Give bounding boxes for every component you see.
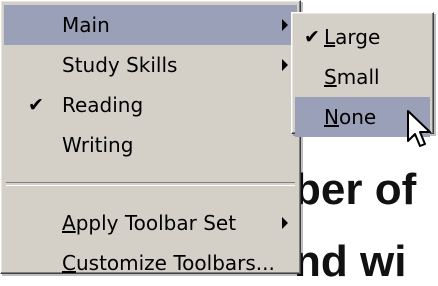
submenu-arrow-icon	[282, 19, 288, 31]
menu-item-customize-toolbars[interactable]: Customize Toolbars...	[4, 243, 297, 283]
document-text-line-2: ber of	[294, 165, 417, 214]
submenu-arrow-icon	[282, 59, 288, 71]
submenu-item-small[interactable]: Small	[295, 57, 430, 97]
mnemonic-letter: C	[62, 251, 76, 275]
arrow-pointer-icon	[407, 110, 431, 147]
checkmark-icon: ✔	[304, 26, 320, 48]
menu-item-main[interactable]: Main	[4, 5, 297, 45]
menu-item-label: Study Skills	[62, 53, 178, 77]
menu-item-reading[interactable]: ✔ Reading	[4, 85, 297, 125]
menu-item-label-rest: ustomize Toolbars...	[75, 251, 275, 275]
menu-item-label: Apply Toolbar Set	[62, 203, 236, 243]
mnemonic-letter: S	[324, 65, 337, 89]
submenu-item-large[interactable]: ✔ Large	[295, 17, 430, 57]
submenu-item-label-rest: arge	[335, 25, 381, 49]
menu-item-label-rest: pply Toolbar Set	[75, 211, 237, 235]
menu-item-apply-toolbar-set[interactable]: Apply Toolbar Set	[4, 203, 297, 243]
menu-item-label: Reading	[62, 93, 144, 117]
menu-separator	[6, 182, 295, 186]
menu-item-label: Main	[62, 13, 110, 37]
mnemonic-letter: L	[324, 25, 336, 49]
toolbars-context-menu: Main Study Skills ✔ Reading Writing Appl…	[0, 0, 301, 275]
menu-item-writing[interactable]: Writing	[4, 125, 297, 165]
submenu-item-label: None	[324, 97, 376, 137]
submenu-item-label: Large	[324, 17, 380, 57]
mnemonic-letter: A	[62, 211, 76, 235]
menu-item-study-skills[interactable]: Study Skills	[4, 45, 297, 85]
checkmark-icon: ✔	[28, 94, 44, 116]
submenu-item-label-rest: one	[338, 105, 377, 129]
submenu-arrow-icon	[282, 217, 288, 229]
submenu-item-label: Small	[324, 57, 380, 97]
submenu-item-label-rest: mall	[336, 65, 380, 89]
menu-item-label: Writing	[62, 133, 134, 157]
mnemonic-letter: N	[324, 105, 339, 129]
menu-item-label: Customize Toolbars...	[62, 243, 275, 283]
document-text-line-3: nd wi	[294, 237, 407, 286]
